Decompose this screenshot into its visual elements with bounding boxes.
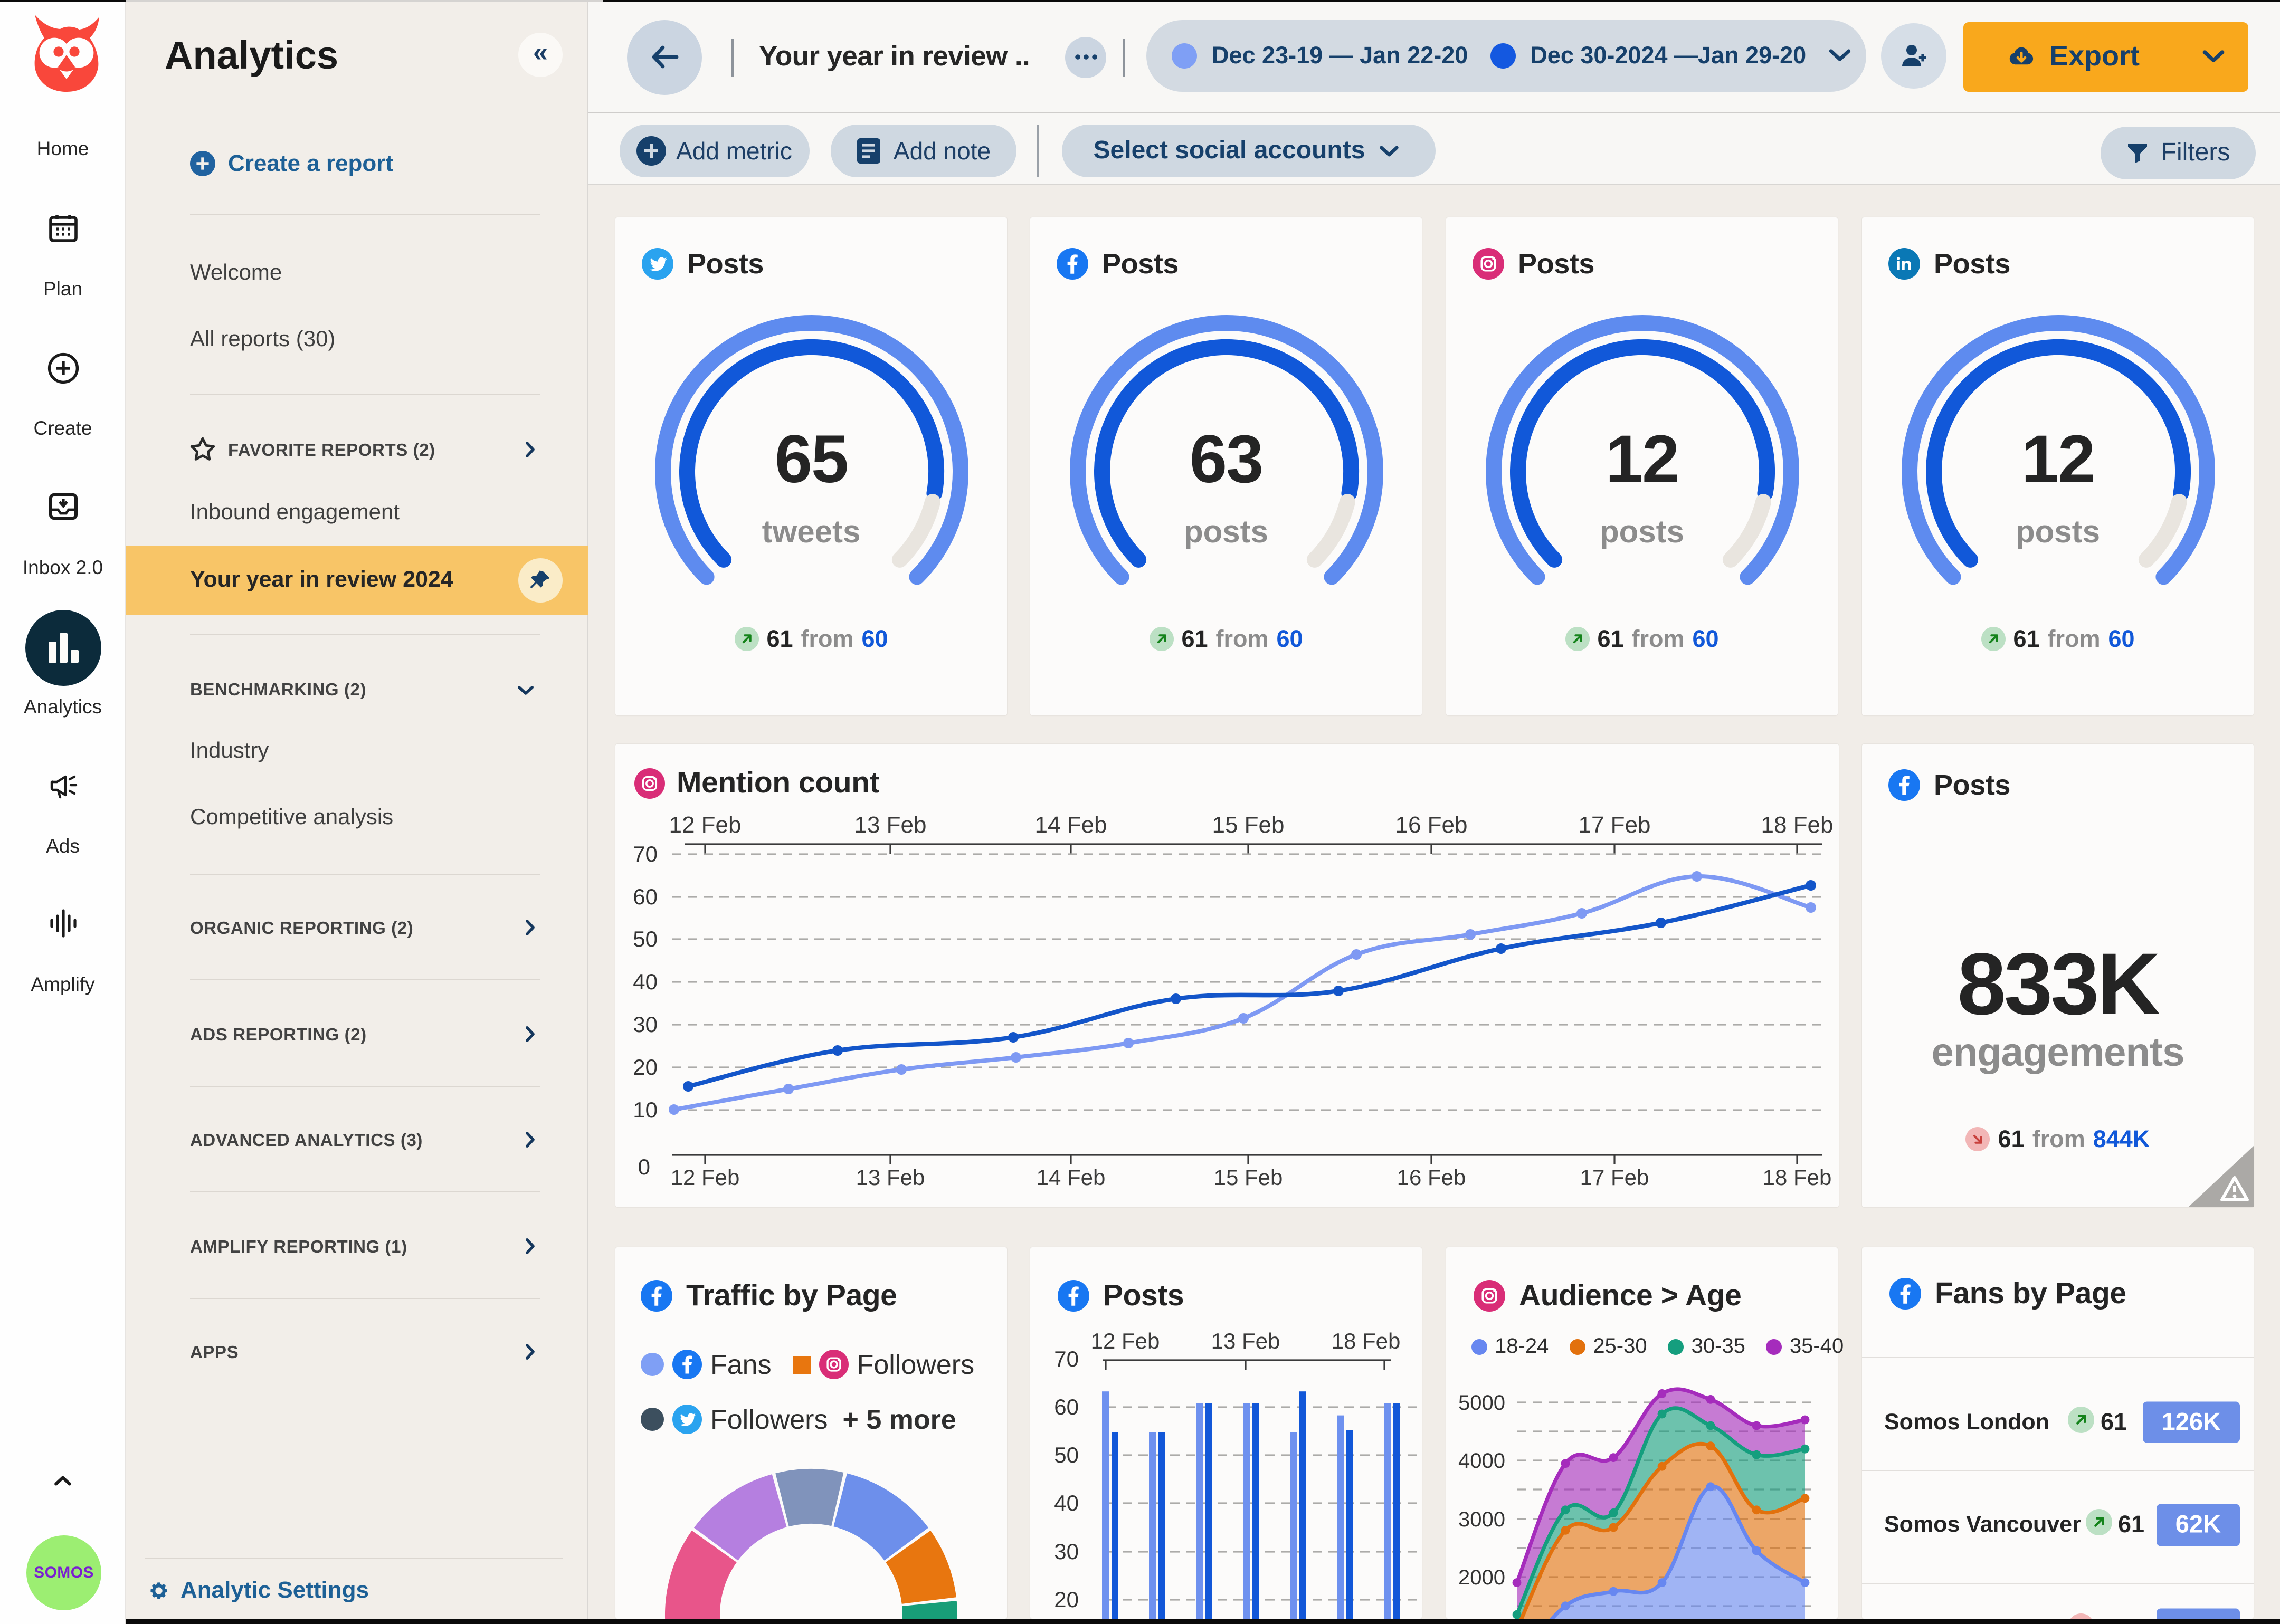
svg-text:50: 50: [1054, 1442, 1079, 1467]
svg-text:40: 40: [1054, 1490, 1079, 1515]
svg-text:0: 0: [638, 1154, 650, 1179]
svg-text:18 Feb: 18 Feb: [1763, 1164, 1832, 1189]
svg-text:3000: 3000: [1458, 1507, 1505, 1531]
svg-text:70: 70: [1054, 1346, 1079, 1371]
svg-text:30: 30: [633, 1011, 658, 1036]
svg-text:2000: 2000: [1458, 1565, 1505, 1589]
svg-text:12 Feb: 12 Feb: [671, 1164, 740, 1189]
svg-text:30: 30: [1054, 1539, 1079, 1563]
svg-text:14 Feb: 14 Feb: [1035, 811, 1107, 837]
svg-text:17 Feb: 17 Feb: [1579, 811, 1651, 837]
svg-text:4000: 4000: [1458, 1449, 1505, 1472]
svg-text:50: 50: [633, 926, 658, 951]
svg-text:15 Feb: 15 Feb: [1214, 1164, 1283, 1189]
svg-text:15 Feb: 15 Feb: [1212, 811, 1285, 837]
svg-text:12 Feb: 12 Feb: [669, 811, 742, 837]
svg-text:60: 60: [633, 884, 658, 909]
svg-text:40: 40: [633, 969, 658, 993]
svg-text:16 Feb: 16 Feb: [1397, 1164, 1466, 1189]
svg-text:14 Feb: 14 Feb: [1037, 1164, 1106, 1189]
svg-text:12 Feb: 12 Feb: [1091, 1328, 1160, 1353]
svg-text:13 Feb: 13 Feb: [1211, 1328, 1280, 1353]
svg-text:18 Feb: 18 Feb: [1761, 811, 1834, 837]
svg-text:16 Feb: 16 Feb: [1395, 811, 1468, 837]
svg-text:13 Feb: 13 Feb: [856, 1164, 925, 1189]
svg-text:70: 70: [633, 841, 658, 866]
svg-text:60: 60: [1054, 1394, 1079, 1419]
svg-text:13 Feb: 13 Feb: [854, 811, 927, 837]
svg-text:5000: 5000: [1458, 1391, 1505, 1414]
svg-text:10: 10: [633, 1097, 658, 1122]
svg-text:17 Feb: 17 Feb: [1580, 1164, 1649, 1189]
svg-text:18 Feb: 18 Feb: [1332, 1328, 1401, 1353]
svg-text:20: 20: [1054, 1587, 1079, 1611]
svg-text:20: 20: [633, 1054, 658, 1079]
